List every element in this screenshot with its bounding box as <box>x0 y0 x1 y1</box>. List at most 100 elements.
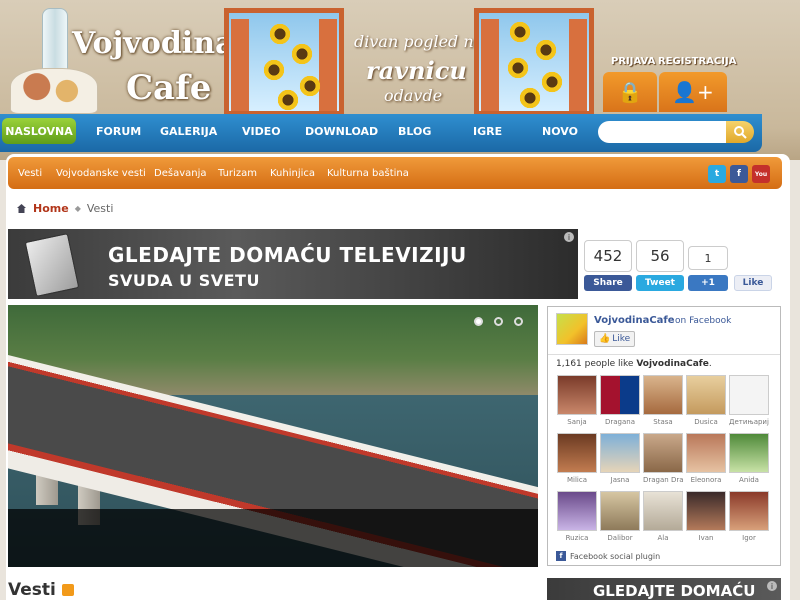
avatar <box>686 433 726 473</box>
tv-ad-banner[interactable]: GLEDAJTE DOMAĆU TELEVIZIJU SVUDA U SVETU… <box>8 229 578 299</box>
facebook-box-like-label: Like <box>612 334 631 344</box>
facebook-like-button[interactable]: Like <box>734 275 772 291</box>
fan-item[interactable]: Dragan Draj <box>643 433 683 484</box>
slider-dot-2[interactable] <box>494 317 503 326</box>
facebook-on-label: on Facebook <box>675 316 732 326</box>
breadcrumb: Home ◆ Vesti <box>16 202 113 215</box>
nav-item-igre[interactable]: IGRE <box>473 125 502 138</box>
search-input[interactable] <box>598 121 728 143</box>
clapperboard-icon <box>24 233 80 297</box>
like-count-page: VojvodinaCafe <box>636 359 709 369</box>
register-button[interactable]: 👤+ <box>659 72 727 112</box>
fan-item[interactable]: Jasna <box>600 433 640 484</box>
subnav-item-kulturna-bastina[interactable]: Kulturna baština <box>327 168 409 179</box>
slider-dot-3[interactable] <box>514 317 523 326</box>
fan-item[interactable]: Dragana <box>600 375 640 426</box>
fan-name: Dragana <box>604 418 636 426</box>
fan-item[interactable]: Ivan <box>686 491 726 542</box>
site-logo[interactable]: Vojvodina Cafe <box>8 6 234 116</box>
facebook-share-button[interactable]: Share <box>584 275 632 291</box>
facebook-share-count: 452 <box>584 240 632 272</box>
nav-item-naslovna[interactable]: NASLOVNA <box>2 118 76 144</box>
fan-name: Ivan <box>698 534 714 542</box>
avatar <box>729 491 769 531</box>
search-icon <box>734 126 747 139</box>
fan-name: Stasa <box>653 418 673 426</box>
nav-item-forum[interactable]: FORUM <box>96 125 141 138</box>
fan-name: Milica <box>566 476 587 484</box>
search-button[interactable] <box>726 121 754 143</box>
fan-name: Eleonora <box>690 476 722 484</box>
tagline-line1: divan pogled na <box>354 32 484 51</box>
facebook-page-name[interactable]: VojvodinaCafe <box>594 315 675 326</box>
twitter-icon[interactable]: t <box>708 165 726 183</box>
tweet-label: Tweet <box>645 278 675 288</box>
facebook-small-icon: f <box>556 551 566 561</box>
facebook-like-count: 1,161 people like VojvodinaCafe. <box>556 359 712 369</box>
avatar <box>686 375 726 415</box>
fan-item[interactable]: Milica <box>557 433 597 484</box>
nav-item-blog[interactable]: BLOG <box>398 125 431 138</box>
fan-item[interactable]: Dalibor <box>600 491 640 542</box>
facebook-plugin-footer: f Facebook social plugin <box>556 551 660 561</box>
nav-item-galerija[interactable]: GALERIJA <box>160 125 217 138</box>
subnav-item-turizam[interactable]: Turizam <box>218 168 257 179</box>
section-title-text: Vesti <box>8 580 56 600</box>
facebook-plugin-label[interactable]: Facebook social plugin <box>570 552 660 561</box>
banner-subline: SVUDA U SVETU <box>108 271 260 290</box>
share-label: Share <box>593 278 623 288</box>
avatar <box>643 375 683 415</box>
fan-item[interactable]: Ruzica <box>557 491 597 542</box>
fan-name: Dragan Draj <box>643 476 683 484</box>
gplus-label: +1 <box>701 278 715 288</box>
nav-item-download[interactable]: DOWNLOAD <box>305 125 378 138</box>
rss-icon[interactable] <box>61 584 74 596</box>
fan-name: Jasna <box>610 476 630 484</box>
thumbs-up-icon: 👍 <box>599 334 611 344</box>
ad-info-icon[interactable]: i <box>564 232 574 242</box>
register-label: REGISTRACIJA <box>658 56 737 67</box>
avatar <box>600 433 640 473</box>
fan-item[interactable]: Ala <box>643 491 683 542</box>
facebook-box-like-button[interactable]: 👍 Like <box>594 331 636 347</box>
logo-text-vojvodina: Vojvodina <box>72 26 235 61</box>
fan-item[interactable]: Детињарије <box>729 375 769 426</box>
fan-name: Dusica <box>694 418 718 426</box>
nav-item-novo[interactable]: NOVO <box>542 125 578 138</box>
fan-item[interactable]: Eleonora <box>686 433 726 484</box>
gplus-button[interactable]: +1 <box>688 275 728 291</box>
avatar <box>557 375 597 415</box>
page-avatar[interactable] <box>556 313 588 345</box>
fan-name: Igor <box>742 534 756 542</box>
facebook-icon[interactable]: f <box>730 165 748 183</box>
avatar <box>600 375 640 415</box>
nav-item-video[interactable]: VIDEO <box>242 125 281 138</box>
login-button[interactable]: 🔒 <box>603 72 657 112</box>
tweet-button[interactable]: Tweet <box>636 275 684 291</box>
fan-item[interactable]: Sanja <box>557 375 597 426</box>
image-slider[interactable] <box>8 305 538 567</box>
subnav-item-vesti[interactable]: Vesti <box>18 168 42 179</box>
twitter-share-count: 56 <box>636 240 684 272</box>
sunflower-window-left <box>224 8 344 116</box>
fan-item[interactable]: Dusica <box>686 375 726 426</box>
logo-text-cafe: Cafe <box>126 68 212 108</box>
fan-name: Ruzica <box>565 534 589 542</box>
fan-name: Детињарије <box>729 418 769 426</box>
avatar <box>729 375 769 415</box>
fan-item[interactable]: Anida <box>729 433 769 484</box>
avatar <box>643 433 683 473</box>
subnav-item-desavanja[interactable]: Dešavanja <box>154 168 206 179</box>
slider-dot-1[interactable] <box>474 317 483 326</box>
fan-item[interactable]: Igor <box>729 491 769 542</box>
youtube-icon[interactable]: You <box>752 165 770 183</box>
subnav-item-kuhinjica[interactable]: Kuhinjica <box>270 168 315 179</box>
fan-item[interactable]: Stasa <box>643 375 683 426</box>
home-icon <box>17 204 26 213</box>
tv-ad-banner-secondary[interactable]: GLEDAJTE DOMAĆU i <box>547 578 781 600</box>
subnav-item-vojvodanske-vesti[interactable]: Vojvodanske vesti <box>56 168 146 179</box>
ad-info-icon[interactable]: i <box>767 581 777 591</box>
breadcrumb-home-link[interactable]: Home <box>33 202 69 215</box>
tagline-line3: odavde <box>384 86 443 105</box>
avatar <box>729 433 769 473</box>
